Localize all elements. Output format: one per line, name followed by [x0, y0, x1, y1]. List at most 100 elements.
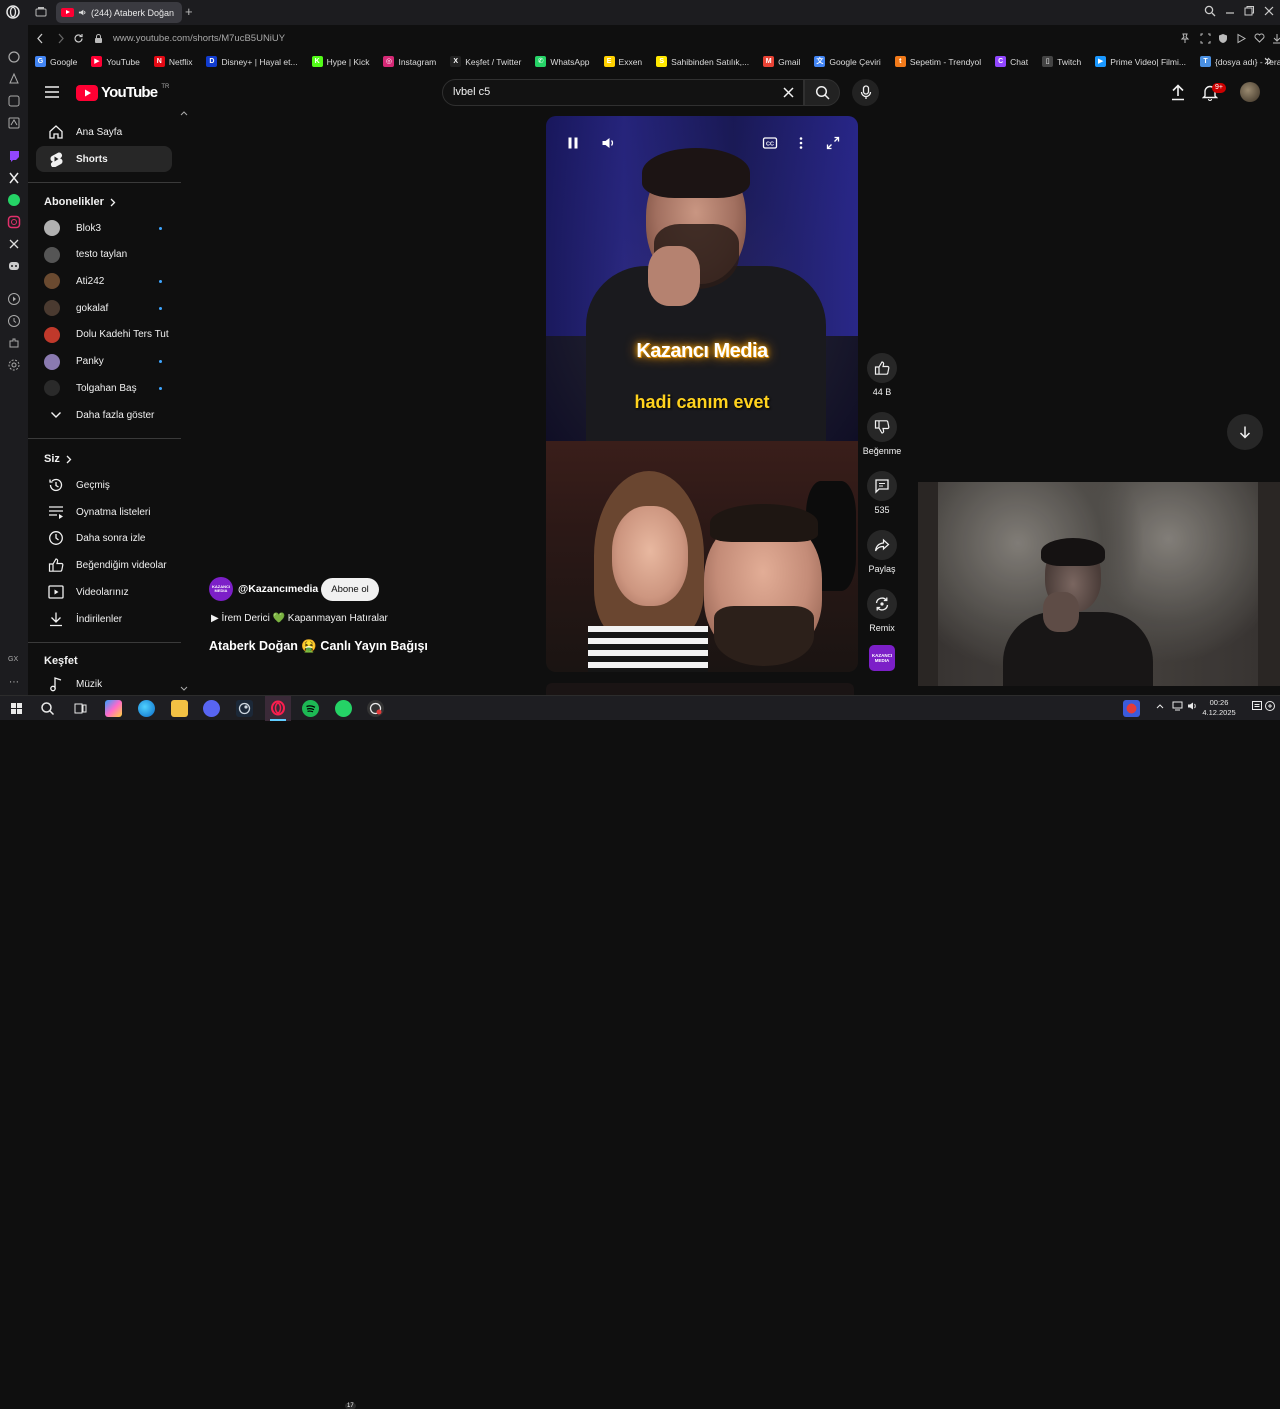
hamburger-menu-icon[interactable] [44, 85, 60, 99]
bookmark-item[interactable]: E Exxen [603, 56, 642, 67]
bookmark-item[interactable]: ◎ Instagram [383, 56, 436, 67]
bookmark-item[interactable]: t Sepetim - Trendyol [894, 56, 981, 67]
pause-icon[interactable] [566, 136, 580, 150]
user-avatar[interactable] [1240, 82, 1260, 102]
opera-gx-taskbar-button[interactable] [265, 696, 291, 721]
subscription-item[interactable]: Blok3 [36, 215, 172, 241]
adblock-shield-icon[interactable] [1218, 33, 1228, 44]
network-icon[interactable] [1172, 701, 1183, 711]
sidebar-item-liked-videos[interactable]: Beğendiğim videolar [36, 552, 172, 578]
volume-icon[interactable] [601, 136, 615, 150]
settings-sidebar-icon[interactable] [7, 358, 21, 372]
instagram-sidebar-icon[interactable] [7, 215, 21, 229]
sidebar-item-downloads[interactable]: İndirilenler [36, 606, 172, 632]
extensions-sidebar-icon[interactable] [7, 336, 21, 350]
sidebar-item-shorts[interactable]: Shorts [36, 146, 172, 172]
pin-icon[interactable] [1180, 33, 1190, 44]
bookmark-item[interactable]: X Keşfet / Twitter [450, 56, 521, 67]
whatsapp-taskbar-icon[interactable] [335, 700, 352, 717]
bookmark-item[interactable]: ✆ WhatsApp [535, 56, 590, 67]
subscription-item[interactable]: Tolgahan Baş [36, 375, 172, 401]
heart-icon[interactable] [1254, 33, 1265, 43]
opera-gx-logo-icon[interactable] [6, 5, 20, 19]
bookmark-item[interactable]: C Chat [995, 56, 1028, 67]
history-sidebar-icon[interactable] [7, 314, 21, 328]
remix-button[interactable]: Remix [864, 589, 900, 633]
player-sidebar-icon[interactable] [7, 292, 21, 306]
twitch-sidebar-icon[interactable] [7, 149, 21, 163]
gx-control-icon[interactable] [7, 72, 21, 86]
new-tab-button[interactable]: + [185, 4, 193, 19]
gx-corner-icon[interactable] [7, 94, 21, 108]
bookmark-item[interactable]: 文 Google Çeviri [814, 56, 881, 67]
notification-center-icon[interactable] [1251, 700, 1263, 712]
back-icon[interactable] [35, 33, 46, 44]
more-sidebar-icon[interactable]: ⋯ [9, 677, 19, 688]
bookmark-item[interactable]: N Netflix [153, 56, 192, 67]
x-sidebar-icon[interactable] [7, 237, 21, 251]
sidebar-item-your-videos[interactable]: Videolarınız [36, 579, 172, 605]
browser-tab-active[interactable]: (244) Ataberk Doğan [56, 2, 182, 23]
channel-handle[interactable]: @Kazancımedia [238, 583, 318, 595]
sidebar-item-music[interactable]: Müzik [36, 671, 172, 697]
subscription-item[interactable]: Ati242 [36, 268, 172, 294]
sidebar-item-home[interactable]: Ana Sayfa [36, 119, 172, 145]
player-icon[interactable] [1236, 33, 1246, 44]
minimize-button[interactable] [1224, 5, 1236, 17]
search-icon[interactable] [1204, 5, 1216, 17]
tray-app-icon[interactable] [1123, 700, 1140, 717]
sidebar-item-playlists[interactable]: Oynatma listeleri [36, 499, 172, 525]
forward-icon[interactable] [55, 33, 66, 44]
subscriptions-header[interactable]: Abonelikler [44, 196, 116, 208]
close-button[interactable] [1263, 5, 1275, 17]
whatsapp-sidebar-icon[interactable] [7, 193, 21, 207]
speaker-icon[interactable] [78, 8, 87, 17]
gx-cleaner-icon[interactable] [7, 116, 21, 130]
bookmarks-overflow-icon[interactable] [1263, 56, 1273, 66]
sidebar-scroll-down-icon[interactable] [180, 686, 188, 692]
file-explorer-icon[interactable] [171, 700, 188, 717]
bookmark-item[interactable]: ▯ Twitch [1042, 56, 1081, 67]
bookmark-item[interactable]: D Disney+ | Hayal et... [206, 56, 298, 67]
snapshot-icon[interactable] [1200, 33, 1211, 44]
share-button[interactable]: Paylaş [864, 530, 900, 574]
clear-search-icon[interactable] [782, 86, 795, 99]
voice-search-button[interactable] [852, 79, 879, 106]
channel-avatar[interactable]: KAZANCI MEDIA [209, 577, 233, 601]
bookmark-item[interactable]: M Gmail [763, 56, 800, 67]
copilot-icon[interactable] [105, 700, 122, 717]
reload-icon[interactable] [73, 33, 84, 44]
discord-sidebar-icon[interactable] [7, 259, 21, 273]
windows-start-icon[interactable] [8, 700, 25, 717]
bookmark-item[interactable]: ▶ Prime Video| Filmi... [1095, 56, 1186, 67]
next-video-button[interactable] [1227, 414, 1263, 450]
subscription-item[interactable]: gokalaf [36, 295, 172, 321]
taskbar-clock[interactable]: 00:26 4.12.2025 [1200, 698, 1238, 718]
comments-button[interactable]: 535 [864, 471, 900, 515]
bookmark-item[interactable]: ▶ YouTube [91, 56, 140, 67]
edge-icon[interactable] [138, 700, 155, 717]
steam-icon[interactable] [236, 700, 253, 717]
maximize-button[interactable] [1243, 5, 1255, 17]
subscribe-button[interactable]: Abone ol [321, 578, 379, 601]
focus-icon[interactable] [1264, 700, 1276, 712]
search-input-value[interactable]: lvbel c5 [453, 86, 490, 98]
aria-ai-icon[interactable] [7, 50, 21, 64]
dislike-button[interactable]: Beğenme [863, 412, 901, 456]
sidebar-item-watch-later[interactable]: Daha sonra izle [36, 525, 172, 551]
tray-chevron-up-icon[interactable] [1155, 701, 1165, 711]
spotify-icon[interactable] [302, 700, 319, 717]
show-more-button[interactable]: Daha fazla göster [36, 402, 172, 428]
volume-tray-icon[interactable] [1187, 701, 1198, 711]
search-input[interactable] [442, 79, 804, 106]
subscription-item[interactable]: Panky [36, 349, 172, 375]
sidebar-scroll-up-icon[interactable] [180, 110, 188, 116]
bookmark-item[interactable]: G Google [35, 56, 77, 67]
subscription-item[interactable]: testo taylan [36, 242, 172, 268]
subscription-item[interactable]: Dolu Kadehi Ters Tut [36, 322, 172, 348]
lock-icon[interactable] [94, 33, 103, 44]
tab-list-icon[interactable] [35, 6, 47, 18]
create-upload-icon[interactable] [1170, 84, 1186, 101]
sidebar-item-history[interactable]: Geçmiş [36, 472, 172, 498]
youtube-logo[interactable]: YouTube TR [76, 84, 169, 101]
